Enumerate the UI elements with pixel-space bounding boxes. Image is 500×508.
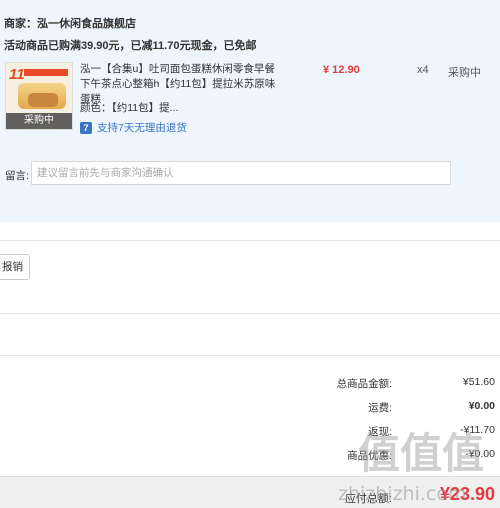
shop-order-panel: 商家：泓一休闲食品旗舰店 活动商品已购满39.90元，已减11.70元现金，已免… (0, 0, 500, 222)
return-policy-text: 支持7天无理由退货 (97, 122, 187, 134)
total-bar: 应付总额: ¥23.90 (0, 476, 500, 508)
summary-label: 商品优惠: (347, 450, 392, 462)
summary-value: ¥0.00 (468, 400, 495, 412)
thumbnail-stripe (24, 69, 68, 76)
summary-value: ¥51.60 (462, 376, 495, 388)
summary-label: 总商品金额: (336, 378, 392, 390)
total-amount: ¥23.90 (439, 484, 495, 504)
cake-image-detail (28, 93, 58, 107)
spec-label: 颜色： (80, 102, 112, 114)
message-input[interactable] (31, 161, 451, 185)
reimburse-button[interactable]: 报销 (0, 254, 30, 280)
product-price: ¥ 12.90 (323, 64, 360, 76)
divider (0, 240, 500, 241)
product-quantity: x4 (417, 64, 429, 76)
total-label: 应付总额: (344, 493, 392, 505)
summary-value: -¥0.00 (465, 448, 495, 460)
promotion-text: 活动商品已购满39.90元，已减11.70元现金，已免邮 (4, 40, 257, 52)
divider (0, 355, 500, 356)
purchase-status: 采购中 (448, 67, 481, 79)
summary-value: -¥11.70 (460, 424, 495, 436)
return-policy[interactable]: 7 支持7天无理由退货 (80, 120, 187, 135)
thumbnail-badge: 11 (9, 66, 25, 83)
divider (0, 313, 500, 314)
spec-value: 【约11包】提... (111, 102, 179, 114)
merchant-name[interactable]: 商家：泓一休闲食品旗舰店 (4, 15, 136, 31)
message-label: 留言: (5, 170, 29, 182)
summary-label: 返现: (368, 426, 392, 438)
return-7days-icon: 7 (80, 121, 92, 134)
summary-label: 运费: (368, 402, 392, 414)
thumbnail-status-label: 采购中 (6, 113, 72, 129)
product-thumbnail[interactable]: 11 采购中 (5, 62, 73, 130)
product-spec: 颜色：【约11包】提... (80, 100, 178, 115)
